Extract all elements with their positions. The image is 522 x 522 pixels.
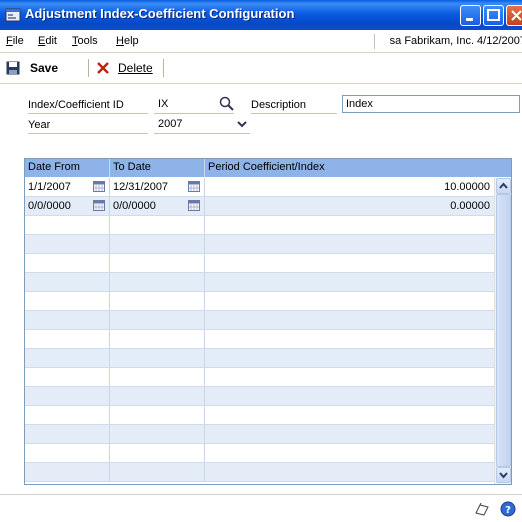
save-icon xyxy=(6,61,20,75)
window-title: Adjustment Index-Coefficient Configurati… xyxy=(25,6,295,21)
menu-tools[interactable]: Tools xyxy=(72,35,98,47)
toolbar-separator xyxy=(163,59,164,77)
menu-file[interactable]: File xyxy=(6,35,24,47)
menu-edit[interactable]: Edit xyxy=(38,35,57,47)
coefficient-grid: Date From To Date Period Coefficient/Ind… xyxy=(24,158,512,485)
empty-row[interactable] xyxy=(25,311,495,330)
empty-row[interactable] xyxy=(25,330,495,349)
maximize-button[interactable] xyxy=(483,5,504,26)
empty-row[interactable] xyxy=(25,425,495,444)
date-from-cell[interactable]: 1/1/2007 xyxy=(25,178,110,197)
column-header-period-value[interactable]: Period Coefficient/Index xyxy=(205,159,511,177)
note-icon[interactable] xyxy=(474,501,490,517)
scroll-up-button[interactable] xyxy=(496,178,511,194)
description-field[interactable]: Index xyxy=(342,95,520,113)
minimize-button[interactable] xyxy=(460,5,481,26)
period-value-cell[interactable]: 10.00000 xyxy=(205,178,495,197)
to-date-cell[interactable]: 0/0/0000 xyxy=(110,197,205,216)
calendar-icon[interactable] xyxy=(188,200,200,211)
user-company-date: sa Fabrikam, Inc. 4/12/2007 xyxy=(389,35,522,47)
title-bar[interactable]: Adjustment Index-Coefficient Configurati… xyxy=(0,0,522,30)
minimize-icon xyxy=(466,18,473,21)
description-label: Description xyxy=(251,99,307,111)
empty-row[interactable] xyxy=(25,254,495,273)
date-from-cell[interactable]: 0/0/0000 xyxy=(25,197,110,216)
save-label: Save xyxy=(30,61,59,75)
date-from-value: 0/0/0000 xyxy=(28,200,71,212)
toolbar-separator xyxy=(88,59,89,77)
grid-header: Date From To Date Period Coefficient/Ind… xyxy=(25,159,511,177)
empty-row[interactable] xyxy=(25,273,495,292)
table-row[interactable]: 0/0/0000 0/0/0000 0.00000 xyxy=(25,197,495,216)
field-underline xyxy=(154,113,234,114)
svg-text:?: ? xyxy=(505,505,511,516)
table-row[interactable]: 1/1/2007 12/31/2007 10.00000 xyxy=(25,178,495,197)
empty-row[interactable] xyxy=(25,444,495,463)
period-value-cell[interactable]: 0.00000 xyxy=(205,197,495,216)
empty-row[interactable] xyxy=(25,463,495,482)
date-from-value: 1/1/2007 xyxy=(28,181,71,193)
delete-icon xyxy=(97,62,109,74)
app-window-icon xyxy=(5,8,21,22)
close-button[interactable] xyxy=(506,5,522,26)
calendar-icon[interactable] xyxy=(188,181,200,192)
year-field[interactable]: 2007 xyxy=(154,115,234,133)
index-id-label: Index/Coefficient ID xyxy=(28,99,124,111)
delete-button[interactable]: Delete xyxy=(96,58,153,78)
index-id-field[interactable]: IX xyxy=(154,95,218,113)
empty-row[interactable] xyxy=(25,216,495,235)
to-date-value: 12/31/2007 xyxy=(113,181,169,193)
year-dropdown-button[interactable] xyxy=(234,116,250,132)
column-header-date-from[interactable]: Date From xyxy=(25,159,110,177)
empty-row[interactable] xyxy=(25,292,495,311)
lookup-button[interactable] xyxy=(218,95,236,113)
year-label: Year xyxy=(28,119,51,131)
status-bar: ? xyxy=(0,494,522,522)
chevron-down-icon xyxy=(237,121,247,128)
magnifier-icon xyxy=(219,96,234,111)
save-button[interactable]: Save xyxy=(6,58,58,78)
label-underline xyxy=(251,113,337,114)
empty-row[interactable] xyxy=(25,349,495,368)
empty-row[interactable] xyxy=(25,387,495,406)
label-underline xyxy=(28,113,148,114)
delete-label: Delete xyxy=(118,61,153,75)
close-icon xyxy=(511,10,522,21)
empty-row[interactable] xyxy=(25,368,495,387)
calendar-icon[interactable] xyxy=(93,181,105,192)
calendar-icon[interactable] xyxy=(93,200,105,211)
to-date-cell[interactable]: 12/31/2007 xyxy=(110,178,205,197)
menu-bar: File Edit Tools Help sa Fabrikam, Inc. 4… xyxy=(0,30,522,53)
help-icon[interactable]: ? xyxy=(500,501,516,517)
to-date-value: 0/0/0000 xyxy=(113,200,156,212)
maximize-icon xyxy=(487,9,500,21)
empty-row[interactable] xyxy=(25,406,495,425)
toolbar: Save Delete xyxy=(0,53,522,84)
chevron-up-icon xyxy=(499,182,508,189)
field-underline xyxy=(154,133,250,134)
column-header-to-date[interactable]: To Date xyxy=(110,159,205,177)
scroll-down-button[interactable] xyxy=(496,467,511,483)
label-underline xyxy=(28,133,148,134)
scroll-thumb[interactable] xyxy=(496,194,511,467)
vertical-scrollbar[interactable] xyxy=(494,178,511,484)
menu-help[interactable]: Help xyxy=(116,35,139,47)
menu-separator xyxy=(374,34,375,49)
window: Adjustment Index-Coefficient Configurati… xyxy=(0,0,522,522)
empty-row[interactable] xyxy=(25,235,495,254)
chevron-down-icon xyxy=(499,472,508,479)
